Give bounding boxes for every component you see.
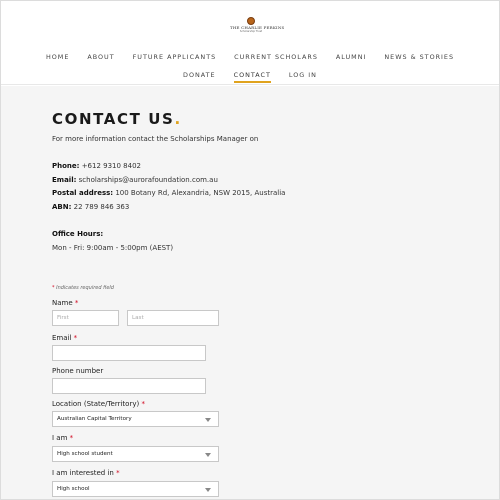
contact-intro: For more information contact the Scholar… <box>52 135 259 143</box>
chevron-down-icon <box>205 418 211 422</box>
iam-label-text: I am <box>52 434 68 442</box>
first-name-input[interactable]: First <box>52 310 119 326</box>
nav-alumni[interactable]: ALUMNI <box>336 53 366 65</box>
iam-selected-value: High school student <box>57 451 113 457</box>
phone-field[interactable] <box>52 378 206 394</box>
abn-value: 22 789 846 363 <box>73 203 130 211</box>
nav-home[interactable]: HOME <box>46 53 69 65</box>
abn-line: ABN: 22 789 846 363 <box>52 203 129 211</box>
email-required-star: * <box>73 334 78 342</box>
last-name-input[interactable]: Last <box>127 310 219 326</box>
phone-value[interactable]: +612 9310 8402 <box>82 162 141 170</box>
site-header: THE CHARLIE PERKINS Scholarship Trust HO… <box>1 1 499 85</box>
interest-selected-value: High school <box>57 486 90 492</box>
phone-label: Phone: <box>52 162 80 170</box>
main-nav-row-1: HOME ABOUT FUTURE APPLICANTS CURRENT SCH… <box>1 53 499 65</box>
name-label-text: Name <box>52 299 73 307</box>
nav-news-stories[interactable]: NEWS & STORIES <box>384 53 454 65</box>
nav-log-in[interactable]: LOG IN <box>289 71 317 83</box>
location-label: Location (State/Territory) * <box>52 400 145 408</box>
required-note-text: Indicates required field <box>56 285 114 291</box>
name-label: Name * <box>52 299 78 307</box>
page-frame: THE CHARLIE PERKINS Scholarship Trust HO… <box>0 0 500 500</box>
hours-value: Mon - Fri: 9:00am - 5:00pm (AEST) <box>52 244 174 252</box>
chevron-down-icon <box>205 453 211 457</box>
email-value[interactable]: scholarships@aurorafoundation.com.au <box>79 176 218 184</box>
abn-label: ABN: <box>52 203 72 211</box>
iam-select[interactable]: High school student <box>52 446 219 462</box>
main-content: CONTACT US. For more information contact… <box>1 86 499 499</box>
main-nav-row-2: DONATE CONTACT LOG IN <box>1 71 499 83</box>
address-label: Postal address: <box>52 189 114 197</box>
email-label: Email: <box>52 176 77 184</box>
phone-field-label: Phone number <box>52 367 104 375</box>
location-selected-value: Australian Capital Territory <box>57 416 132 422</box>
required-field-note: * Indicates required field <box>52 285 114 291</box>
site-logo[interactable]: THE CHARLIE PERKINS Scholarship Trust <box>230 17 284 33</box>
chevron-down-icon <box>205 488 211 492</box>
location-select[interactable]: Australian Capital Territory <box>52 411 219 427</box>
logo-emblem-icon <box>247 17 255 25</box>
nav-about[interactable]: ABOUT <box>87 53 114 65</box>
phone-line: Phone: +612 9310 8402 <box>52 162 141 170</box>
email-field-label-text: Email <box>52 334 72 342</box>
interest-label-text: I am interested in <box>52 469 114 477</box>
required-star: * <box>52 285 55 291</box>
nav-future-applicants[interactable]: FUTURE APPLICANTS <box>133 53 217 65</box>
address-value: 100 Botany Rd, Alexandria, NSW 2015, Aus… <box>115 189 286 197</box>
iam-label: I am * <box>52 434 73 442</box>
email-field[interactable] <box>52 345 206 361</box>
hours-label: Office Hours: <box>52 230 104 238</box>
interest-select[interactable]: High school <box>52 481 219 497</box>
email-field-label: Email * <box>52 334 77 342</box>
location-required-star: * <box>141 400 145 408</box>
interest-required-star: * <box>116 469 120 477</box>
logo-tagline: Scholarship Trust <box>239 30 263 33</box>
page-title: CONTACT US. <box>52 110 182 128</box>
iam-required-star: * <box>69 434 74 442</box>
nav-current-scholars[interactable]: CURRENT SCHOLARS <box>234 53 318 65</box>
nav-contact[interactable]: CONTACT <box>233 71 272 83</box>
email-line: Email: scholarships@aurorafoundation.com… <box>52 176 218 184</box>
hours-heading: Office Hours: <box>52 230 103 238</box>
page-title-text: CONTACT US <box>52 110 175 128</box>
nav-donate[interactable]: DONATE <box>183 71 216 83</box>
address-line: Postal address: 100 Botany Rd, Alexandri… <box>52 189 285 197</box>
title-accent-dot: . <box>174 110 182 128</box>
interest-label: I am interested in * <box>52 469 120 477</box>
location-label-text: Location (State/Territory) <box>52 400 140 408</box>
name-required-star: * <box>74 299 79 307</box>
